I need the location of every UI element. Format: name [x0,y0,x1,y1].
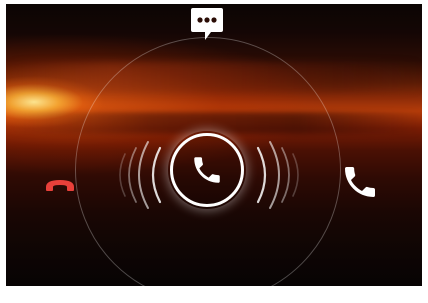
phone-icon [345,167,375,197]
decline-call-button[interactable] [40,170,80,200]
phone-hangup-icon [46,180,74,191]
phone-icon [194,157,220,183]
sound-wave-left [119,141,162,209]
speech-bubble-icon [191,8,223,40]
call-slider-handle[interactable] [170,133,244,207]
sound-wave-right [256,141,299,209]
reply-message-button[interactable] [186,4,228,52]
answer-call-button[interactable] [336,158,384,206]
